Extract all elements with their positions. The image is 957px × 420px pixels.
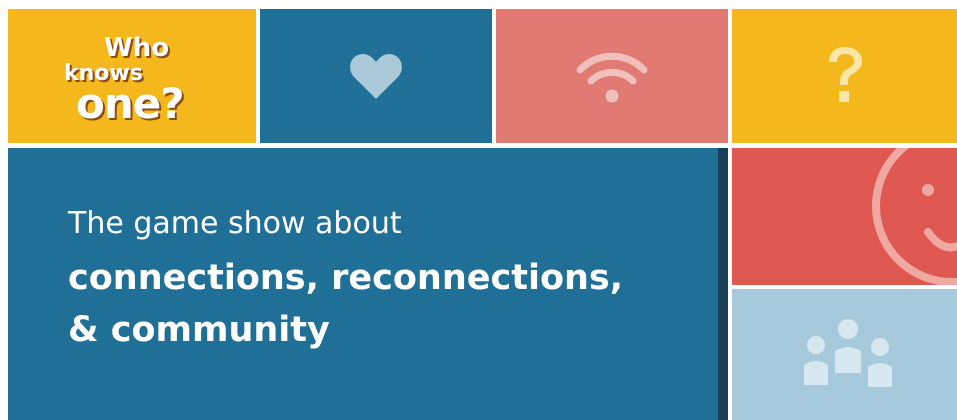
people-tile [732,289,957,420]
logo-one-text: one? [76,79,185,128]
smile-tile [732,148,957,285]
logo-tile: Who knows one? [8,9,256,143]
question-tile [732,9,957,143]
headline-line-1: The game show about [68,206,402,241]
wifi-icon [576,52,648,103]
wifi-tile [496,9,728,143]
logo-who-text: Who [104,33,170,63]
heart-icon [350,54,402,99]
headline-line-3: & community [68,310,330,350]
headline-panel: The game show about connections, reconne… [8,148,728,420]
smile-icon [872,148,957,285]
panel-shadow [718,148,728,420]
headline-line-2: connections, reconnections, [68,258,624,298]
people-icon [804,319,892,387]
question-icon [828,47,862,102]
heart-tile [260,9,492,143]
